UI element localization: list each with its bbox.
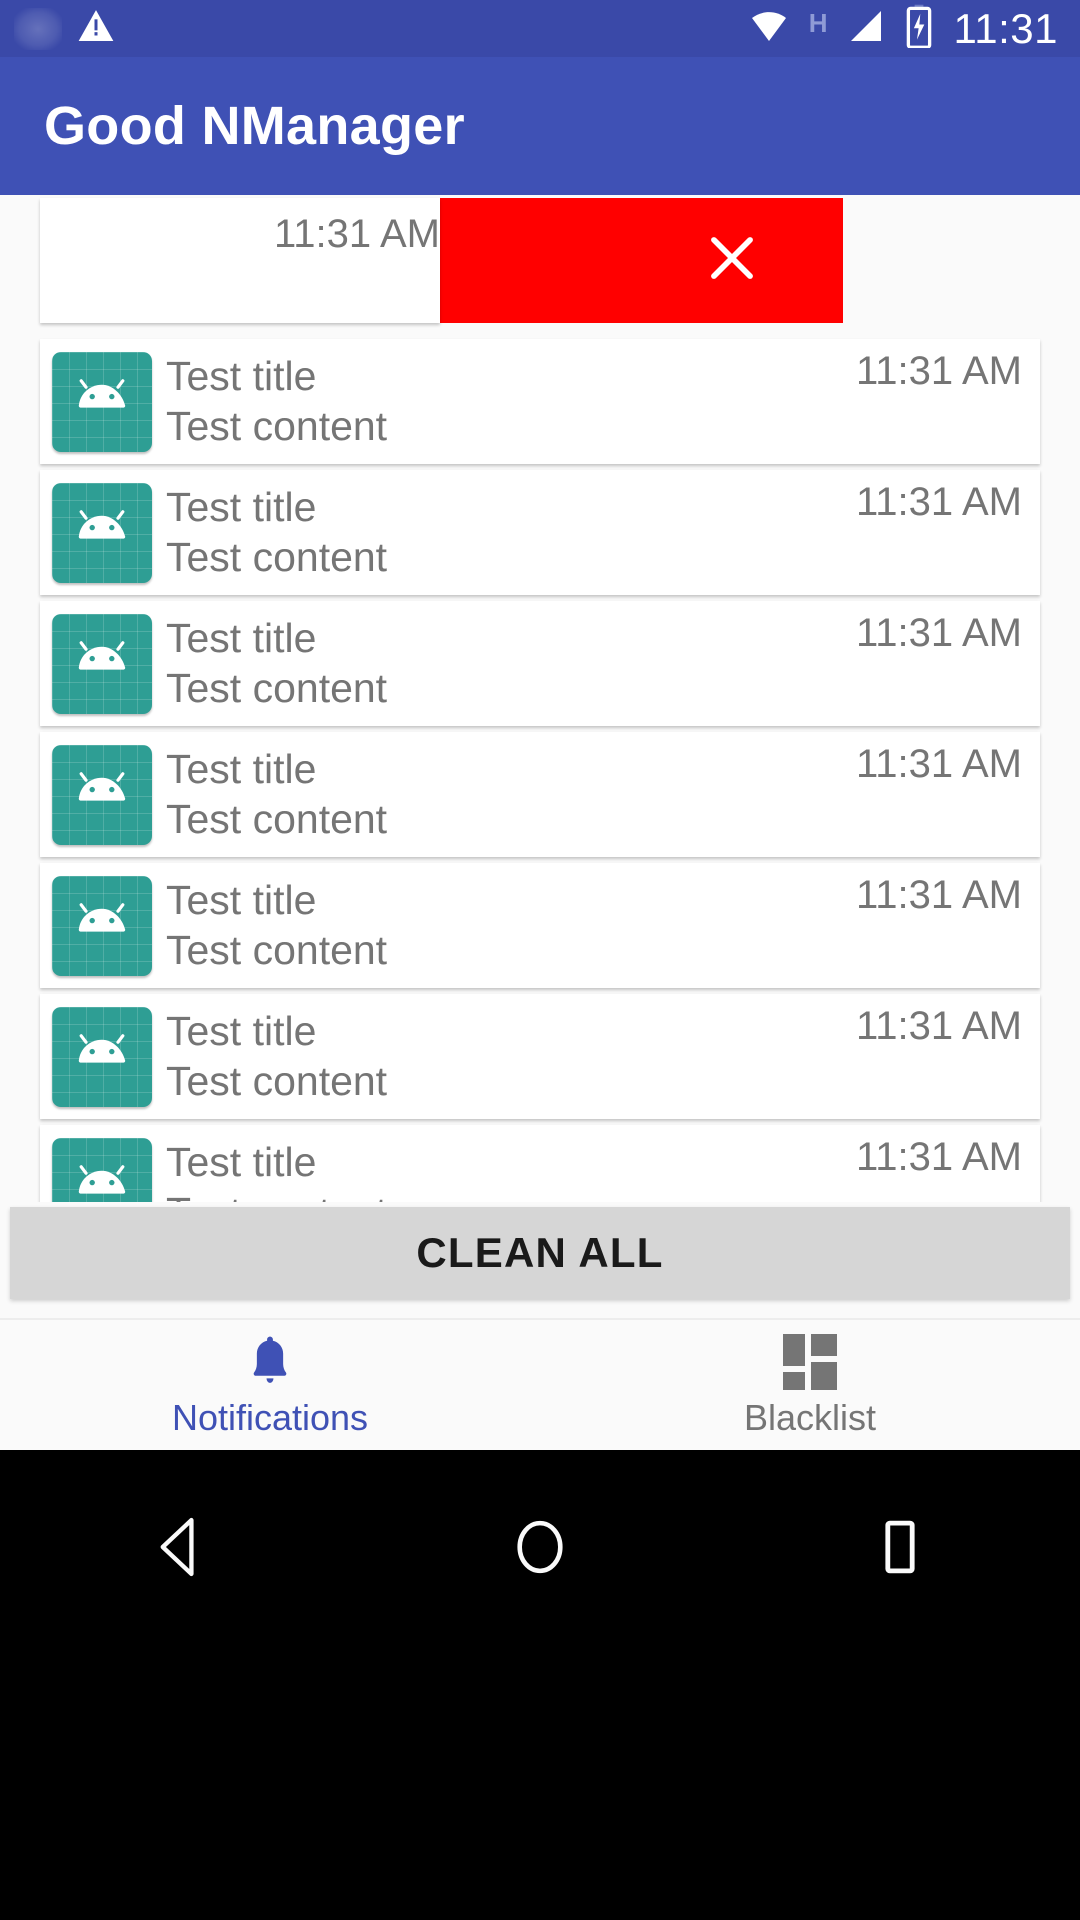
page-title: Good NManager <box>44 96 465 156</box>
dashboard-tile-bottom-left <box>783 1372 805 1390</box>
notification-card[interactable]: Test title Test content 11:31 AM <box>40 732 1040 857</box>
status-bar-clock: 11:31 <box>953 4 1058 52</box>
tab-label: Notifications <box>171 1397 369 1438</box>
android-app-icon <box>52 1006 152 1107</box>
tab-blacklist[interactable]: Blacklist <box>540 1320 1080 1450</box>
battery-charging-icon <box>904 4 934 53</box>
notification-timestamp: 11:31 AM <box>855 1004 1022 1048</box>
notification-timestamp: 11:31 AM <box>855 349 1022 393</box>
cellular-signal-icon <box>845 6 887 51</box>
warning-triangle-icon <box>76 6 116 51</box>
notification-card[interactable]: Test title Test content 11:31 AM <box>40 470 1040 595</box>
tab-notifications[interactable]: Notifications <box>0 1320 540 1450</box>
android-app-icon <box>52 351 152 452</box>
android-app-icon <box>52 482 152 583</box>
notification-card[interactable]: Test title Test content 11:31 AM <box>40 339 1040 464</box>
notification-card[interactable]: Test title Test content 11:31 AM <box>40 863 1040 988</box>
blurred-notification-icon <box>14 7 62 50</box>
status-bar: H 11:31 <box>0 0 1080 57</box>
notification-timestamp: 11:31 AM <box>273 212 440 256</box>
app-bar: Good NManager <box>0 57 1080 195</box>
dashboard-tile-bottom-right <box>811 1362 837 1390</box>
dashboard-tile-top-left <box>783 1334 805 1366</box>
notification-content: Test content <box>166 1190 1022 1202</box>
dashboard-grid-icon <box>783 1334 837 1390</box>
tab-label: Blacklist <box>743 1397 877 1438</box>
android-app-icon <box>52 744 152 845</box>
close-x-icon[interactable] <box>701 227 763 294</box>
android-app-icon <box>52 613 152 714</box>
app-screen: H 11:31 Good NManager 11:31 AM Test titl… <box>0 0 1080 1920</box>
notification-content: Test content <box>166 664 388 711</box>
notification-timestamp: 11:31 AM <box>855 611 1022 655</box>
status-bar-left-icons <box>14 6 746 51</box>
notification-content: Test content <box>166 1057 388 1104</box>
notification-content: Test content <box>166 533 388 580</box>
notification-card[interactable]: Test title Test content 11:31 AM <box>40 994 1040 1119</box>
notification-timestamp: 11:31 AM <box>855 742 1022 786</box>
bell-icon <box>244 1334 296 1390</box>
wifi-icon <box>746 6 792 51</box>
back-triangle-icon[interactable] <box>80 1492 280 1602</box>
notification-timestamp: 11:31 AM <box>855 480 1022 524</box>
notification-timestamp: 11:31 AM <box>855 873 1022 917</box>
clean-all-button[interactable]: CLEAN ALL <box>10 1207 1070 1299</box>
swipe-delete-background[interactable] <box>440 198 843 323</box>
swiped-notification-card[interactable]: 11:31 AM <box>40 198 440 323</box>
dashboard-tile-top-right <box>811 1334 837 1356</box>
swiped-notification-row[interactable]: 11:31 AM <box>0 195 1080 333</box>
android-navigation-bar <box>0 1450 1080 1920</box>
android-app-icon <box>52 1137 152 1202</box>
status-bar-right-icons: H 11:31 <box>746 4 1058 53</box>
bottom-tab-bar: Notifications Blacklist <box>0 1318 1080 1450</box>
network-type-label: H <box>808 7 828 38</box>
notification-card[interactable]: Test title Test content 11:31 AM <box>40 601 1040 726</box>
notification-card[interactable]: Test title Test content 11:31 AM <box>40 1125 1040 1202</box>
notification-timestamp: 11:31 AM <box>855 1135 1022 1179</box>
notification-content: Test content <box>166 926 388 973</box>
android-app-icon <box>52 875 152 976</box>
notification-content: Test content <box>166 402 388 449</box>
notification-content: Test content <box>166 795 388 842</box>
home-circle-icon[interactable] <box>440 1492 640 1602</box>
notification-list[interactable]: 11:31 AM Test title Test content 11:31 A… <box>0 195 1080 1202</box>
recents-square-icon[interactable] <box>800 1492 1000 1602</box>
